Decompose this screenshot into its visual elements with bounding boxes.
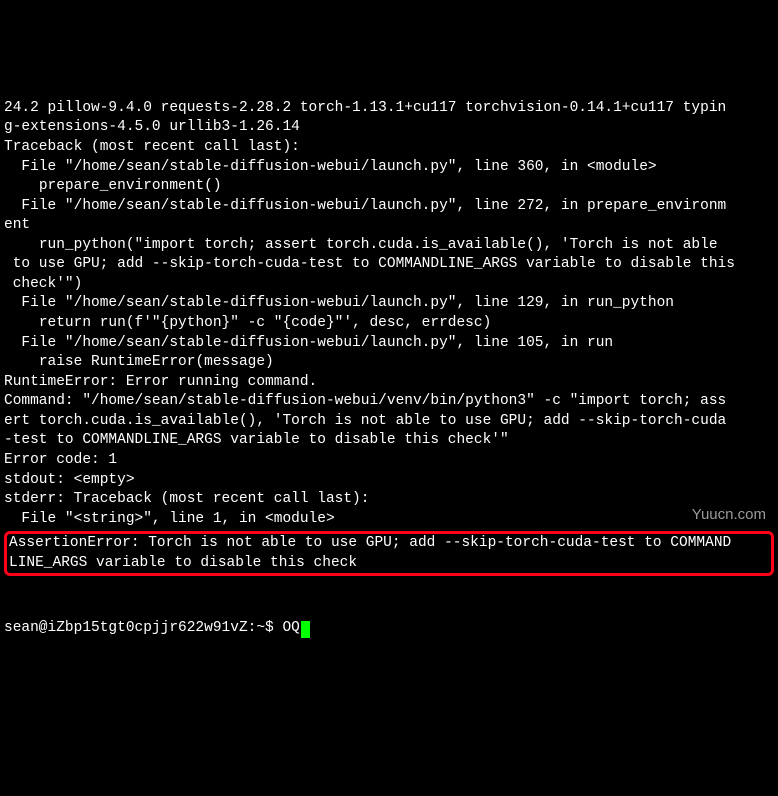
traceback-code: raise RuntimeError(message)	[4, 354, 274, 370]
command-line: -test to COMMANDLINE_ARGS variable to di…	[4, 432, 509, 448]
traceback-header: Traceback (most recent call last):	[4, 139, 300, 155]
traceback-code: check'")	[4, 276, 82, 292]
traceback-frame: File "/home/sean/stable-diffusion-webui/…	[4, 335, 613, 351]
stderr-frame: File "<string>", line 1, in <module>	[4, 511, 335, 527]
typed-input[interactable]: OQ	[282, 619, 299, 639]
assertion-error: AssertionError: Torch is not able to use…	[9, 535, 731, 551]
stdout-line: stdout: <empty>	[4, 472, 135, 488]
traceback-frame: File "/home/sean/stable-diffusion-webui/…	[4, 159, 657, 175]
traceback-frame: File "/home/sean/stable-diffusion-webui/…	[4, 295, 674, 311]
stderr-header: stderr: Traceback (most recent call last…	[4, 491, 369, 507]
traceback-code: to use GPU; add --skip-torch-cuda-test t…	[4, 256, 735, 272]
cursor	[301, 621, 310, 638]
traceback-frame: File "/home/sean/stable-diffusion-webui/…	[4, 198, 726, 214]
prompt-line[interactable]: sean@iZbp15tgt0cpjjr622w91vZ:~$ OQ	[4, 619, 774, 639]
shell-prompt: sean@iZbp15tgt0cpjjr622w91vZ:~$	[4, 619, 282, 639]
assertion-error: LINE_ARGS variable to disable this check	[9, 555, 357, 571]
terminal-output[interactable]: 24.2 pillow-9.4.0 requests-2.28.2 torch-…	[4, 79, 774, 658]
command-line: ert torch.cuda.is_available(), 'Torch is…	[4, 413, 726, 429]
runtime-error: RuntimeError: Error running command.	[4, 374, 317, 390]
traceback-code: prepare_environment()	[4, 178, 222, 194]
package-list: g-extensions-4.5.0 urllib3-1.26.14	[4, 119, 300, 135]
error-code: Error code: 1	[4, 452, 117, 468]
traceback-code: return run(f'"{python}" -c "{code}"', de…	[4, 315, 491, 331]
traceback-code: run_python("import torch; assert torch.c…	[4, 237, 718, 253]
watermark: Yuucn.com	[692, 505, 766, 525]
command-line: Command: "/home/sean/stable-diffusion-we…	[4, 393, 726, 409]
package-list: 24.2 pillow-9.4.0 requests-2.28.2 torch-…	[4, 100, 726, 116]
traceback-frame: ent	[4, 217, 30, 233]
error-highlight-box: AssertionError: Torch is not able to use…	[4, 531, 774, 576]
